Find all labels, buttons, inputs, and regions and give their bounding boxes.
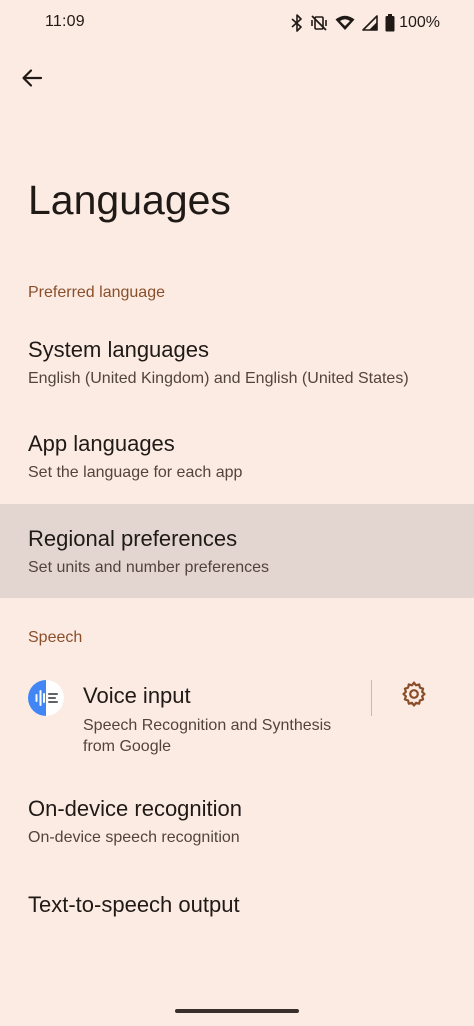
status-bar: 11:09 100%: [0, 0, 474, 46]
back-button[interactable]: [12, 60, 52, 100]
on-device-recognition-summary: On-device speech recognition: [28, 829, 240, 846]
google-speech-services-icon: [27, 679, 65, 717]
voice-input-summary: Speech Recognition and Synthesis from Go…: [83, 717, 332, 755]
app-languages-summary: Set the language for each app: [28, 464, 243, 481]
app-languages-item[interactable]: App languages Set the language for each …: [0, 414, 474, 498]
on-device-recognition-item[interactable]: On-device recognition On-device speech r…: [0, 778, 474, 866]
section-header-speech: Speech: [28, 629, 83, 646]
voice-input-settings-button[interactable]: [394, 676, 434, 716]
gear-icon: [401, 680, 427, 712]
status-time: 11:09: [45, 13, 85, 30]
vibrate-off-icon: [310, 14, 328, 32]
vertical-divider: [371, 680, 372, 716]
system-languages-title: System languages: [28, 337, 209, 362]
system-languages-item[interactable]: System languages English (United Kingdom…: [0, 320, 474, 404]
battery-level: 100%: [399, 14, 440, 31]
system-languages-summary: English (United Kingdom) and English (Un…: [28, 370, 409, 387]
app-languages-title: App languages: [28, 431, 175, 456]
page-title: Languages: [28, 177, 231, 223]
battery-icon: [385, 14, 395, 32]
text-to-speech-output-item[interactable]: Text-to-speech output: [0, 874, 474, 944]
bluetooth-icon: [291, 14, 303, 32]
status-icons: 100%: [291, 12, 440, 34]
section-header-preferred-language: Preferred language: [28, 284, 165, 301]
voice-input-title: Voice input: [83, 683, 191, 708]
on-device-recognition-title: On-device recognition: [28, 796, 243, 821]
regional-preferences-summary: Set units and number preferences: [28, 559, 270, 576]
signal-icon: [362, 15, 378, 31]
wifi-icon: [335, 15, 355, 31]
navigation-handle[interactable]: [175, 1009, 299, 1013]
regional-preferences-item[interactable]: Regional preferences Set units and numbe…: [0, 504, 474, 598]
regional-preferences-title: Regional preferences: [28, 526, 238, 551]
arrow-back-icon: [21, 67, 43, 94]
text-to-speech-output-title: Text-to-speech output: [28, 892, 240, 917]
voice-input-item[interactable]: Voice input Speech Recognition and Synth…: [0, 660, 474, 768]
